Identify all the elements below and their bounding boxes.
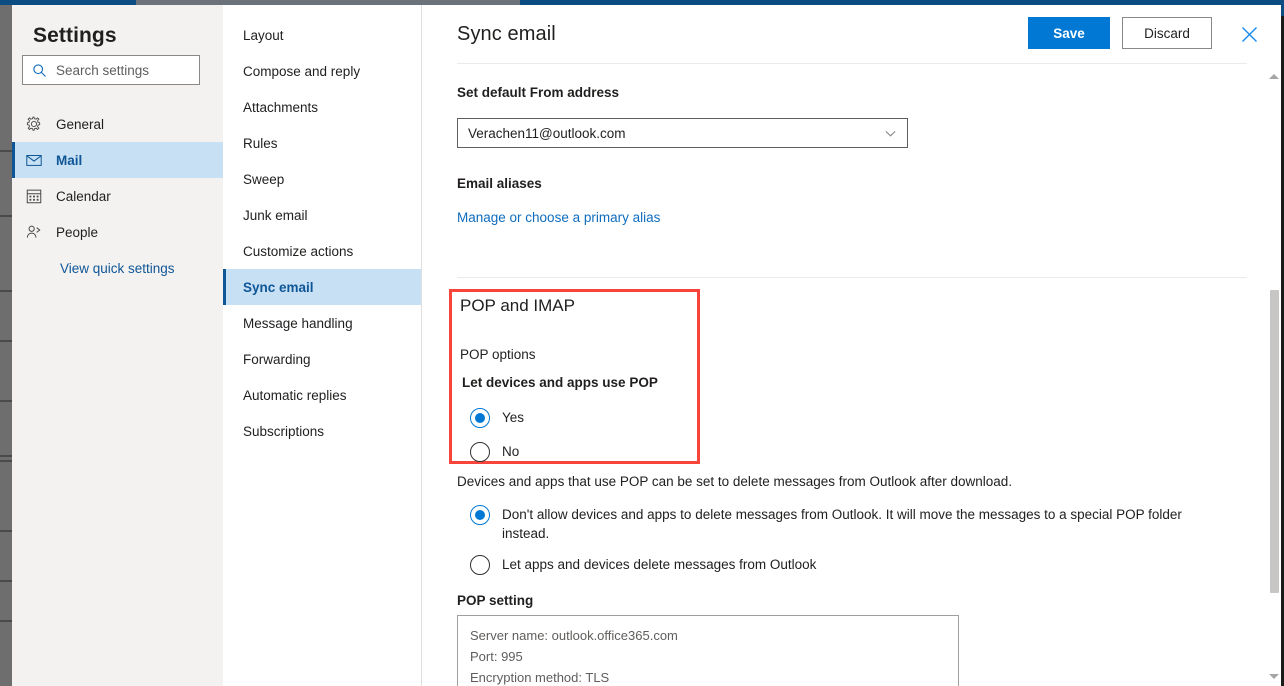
people-icon [26,225,41,238]
envelope-icon [26,155,42,166]
subnav-item-attachments[interactable]: Attachments [223,89,421,125]
subnav-item-label: Compose and reply [243,63,361,79]
subnav-item-junk-email[interactable]: Junk email [223,197,421,233]
gear-icon [26,116,41,131]
sidebar-item-label: General [56,116,105,132]
subnav-item-label: Attachments [243,99,319,115]
let-devices-use-pop-label: Let devices and apps use POP [462,375,658,390]
section-divider [457,277,1247,278]
subnav-item-label: Forwarding [243,351,311,367]
pop-and-imap-heading: POP and IMAP [460,296,575,315]
chevron-down-icon [885,130,896,137]
subnav-item-subscriptions[interactable]: Subscriptions [223,413,421,449]
search-icon [33,63,46,77]
manage-primary-alias-link[interactable]: Manage or choose a primary alias [457,210,660,225]
radio-label: Yes [502,410,525,425]
sidebar-item-general[interactable]: General [12,106,223,142]
from-address-dropdown[interactable]: Verachen11@outlook.com [457,118,908,148]
radio-button-unselected-icon [470,442,490,462]
pop-delete-description: Devices and apps that use POP can be set… [457,474,1013,489]
from-address-value: Verachen11@outlook.com [468,125,626,141]
subnav-item-label: Junk email [243,207,308,223]
save-button[interactable]: Save [1028,17,1110,49]
subnav-item-sweep[interactable]: Sweep [223,161,421,197]
close-icon [1241,26,1257,42]
scrollbar-down-button[interactable] [1267,668,1281,684]
subnav-item-label: Sync email [243,279,314,295]
sidebar-item-calendar[interactable]: Calendar [12,178,223,214]
sidebar-item-label: People [56,224,99,240]
radio-allow-delete[interactable]: Let apps and devices delete messages fro… [470,555,816,575]
subnav-item-label: Sweep [243,171,285,187]
radio-label: Don't allow devices and apps to delete m… [502,507,1182,541]
search-placeholder-text: Search settings [56,62,150,78]
settings-main-panel: Sync email Save Discard Set default From… [422,5,1281,686]
radio-label: Let apps and devices delete messages fro… [502,557,817,572]
calendar-icon [26,189,42,204]
pop-setting-details-box: Server name: outlook.office365.com Port:… [457,615,959,686]
subnav-item-label: Subscriptions [243,423,325,439]
subnav-item-label: Automatic replies [243,387,347,403]
radio-button-unselected-icon [470,555,490,575]
sidebar-item-label: Calendar [56,188,111,204]
subnav-item-label: Rules [243,135,278,151]
sidebar-item-label: Mail [56,152,83,168]
subnav-item-label: Message handling [243,315,353,331]
settings-dialog: Settings Search settings General Mail Ca… [12,5,1281,686]
subnav-item-automatic-replies[interactable]: Automatic replies [223,377,421,413]
pop-port: Port: 995 [470,649,523,664]
radio-button-selected-icon [470,408,490,428]
set-default-from-address-label: Set default From address [457,85,620,100]
scroll-up-arrow-icon [1269,73,1279,79]
radio-dont-allow-delete[interactable]: Don't allow devices and apps to delete m… [470,505,1210,543]
subnav-item-message-handling[interactable]: Message handling [223,305,421,341]
sidebar-item-mail[interactable]: Mail [12,142,223,178]
subnav-item-label: Layout [243,27,284,43]
radio-pop-no[interactable]: No [470,442,519,462]
background-window-sliver [0,0,12,686]
mail-settings-subnav: Layout Compose and reply Attachments Rul… [223,5,422,686]
email-aliases-label: Email aliases [457,176,542,191]
sidebar-item-people[interactable]: People [12,214,223,250]
radio-pop-yes[interactable]: Yes [470,408,524,428]
page-title: Sync email [457,23,556,45]
scroll-down-arrow-icon [1269,673,1279,679]
view-quick-settings-link[interactable]: View quick settings [60,261,175,276]
scrollbar-up-button[interactable] [1267,68,1281,84]
close-button[interactable] [1234,19,1264,49]
pop-setting-label: POP setting [457,593,534,608]
pop-options-label: POP options [460,347,536,362]
scrollbar-thumb[interactable] [1270,290,1279,593]
subnav-item-forwarding[interactable]: Forwarding [223,341,421,377]
radio-label: No [502,444,520,459]
search-settings-input[interactable]: Search settings [22,55,200,85]
radio-button-selected-icon [470,505,490,525]
subnav-item-customize-actions[interactable]: Customize actions [223,233,421,269]
subnav-item-compose-and-reply[interactable]: Compose and reply [223,53,421,89]
discard-button[interactable]: Discard [1122,17,1212,49]
settings-sidebar: Settings Search settings General Mail Ca… [12,5,223,686]
subnav-item-layout[interactable]: Layout [223,17,421,53]
settings-title: Settings [33,24,117,47]
pop-server-name: Server name: outlook.office365.com [470,628,678,643]
pop-encryption: Encryption method: TLS [470,670,610,685]
content-scrollbar[interactable] [1267,64,1281,686]
subnav-item-label: Customize actions [243,243,354,259]
settings-content-scroll-area: Set default From address Verachen11@outl… [422,64,1281,686]
subnav-item-sync-email[interactable]: Sync email [223,269,421,305]
subnav-item-rules[interactable]: Rules [223,125,421,161]
